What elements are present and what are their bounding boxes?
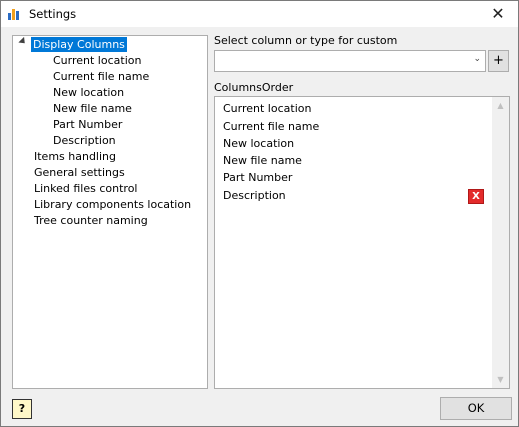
list-item[interactable]: Description: [223, 187, 286, 204]
app-icon: [8, 9, 19, 20]
list-item[interactable]: New file name: [223, 152, 302, 169]
title-bar: Settings ✕: [1, 1, 518, 27]
tree-item-linked-files-control[interactable]: Linked files control: [34, 181, 138, 196]
help-button[interactable]: ?: [12, 399, 32, 419]
window-title: Settings: [29, 7, 77, 21]
list-item[interactable]: Current location: [223, 100, 311, 117]
scroll-down-icon[interactable]: ▼: [492, 371, 509, 388]
tree-child-part-number[interactable]: Part Number: [53, 117, 122, 132]
tree-child-new-location[interactable]: New location: [53, 85, 124, 100]
add-column-button[interactable]: +: [488, 50, 509, 72]
column-combo[interactable]: ⌄: [214, 50, 486, 72]
ok-button[interactable]: OK: [440, 397, 512, 420]
tree-child-description[interactable]: Description: [53, 133, 116, 148]
select-column-label: Select column or type for custom: [214, 34, 398, 47]
list-item[interactable]: Current file name: [223, 118, 319, 135]
tree-item-items-handling[interactable]: Items handling: [34, 149, 116, 164]
columns-order-label: ColumnsOrder: [214, 81, 294, 94]
tree-item-library-components-location[interactable]: Library components location: [34, 197, 191, 212]
close-button[interactable]: ✕: [478, 1, 518, 27]
vertical-scrollbar[interactable]: ▲ ▼: [492, 97, 509, 388]
list-item[interactable]: New location: [223, 135, 294, 152]
tree-child-current-file-name[interactable]: Current file name: [53, 69, 149, 84]
tree-child-current-location[interactable]: Current location: [53, 53, 141, 68]
settings-window: Settings ✕ Display Columns Current locat…: [0, 0, 519, 427]
scroll-up-icon[interactable]: ▲: [492, 97, 509, 114]
delete-icon[interactable]: X: [468, 189, 484, 204]
chevron-down-icon[interactable]: ⌄: [473, 54, 481, 64]
tree-item-display-columns[interactable]: Display Columns: [31, 37, 127, 52]
tree-item-general-settings[interactable]: General settings: [34, 165, 125, 180]
settings-tree[interactable]: Display Columns Current location Current…: [12, 35, 208, 389]
list-item[interactable]: Part Number: [223, 169, 292, 186]
columns-order-list[interactable]: Current location Current file name New l…: [214, 96, 510, 389]
expand-collapse-icon[interactable]: [18, 36, 28, 47]
tree-child-new-file-name[interactable]: New file name: [53, 101, 132, 116]
tree-item-tree-counter-naming[interactable]: Tree counter naming: [34, 213, 148, 228]
